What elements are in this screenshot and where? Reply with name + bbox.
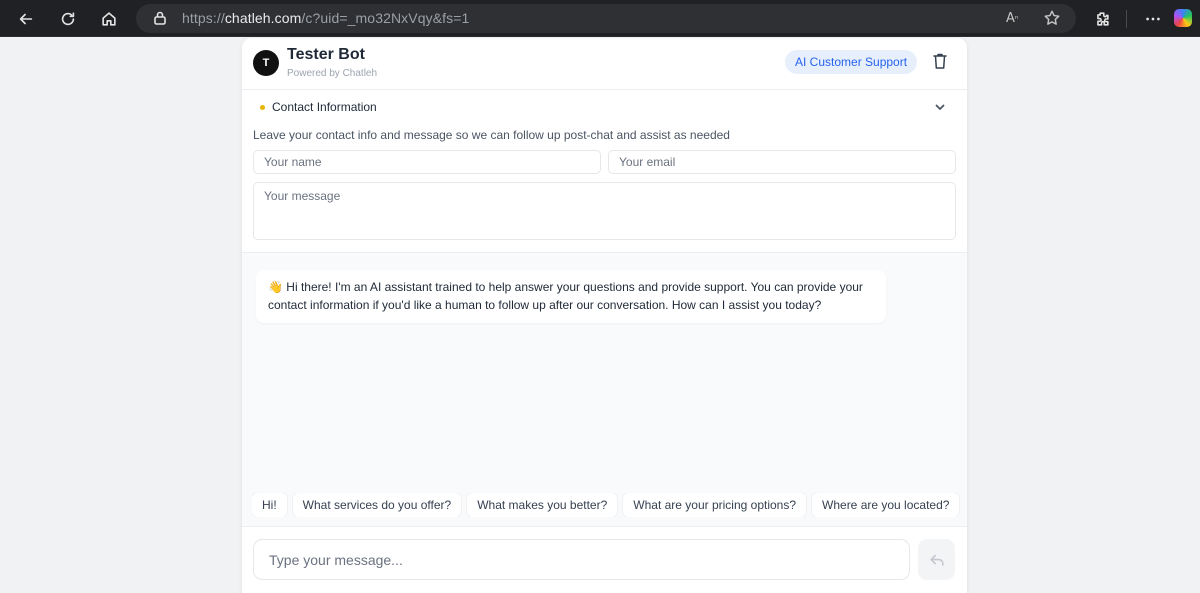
url-scheme: https://	[182, 10, 225, 26]
copilot-icon[interactable]	[1174, 9, 1192, 27]
chat-widget: T Tester Bot Powered by Chatleh AI Custo…	[242, 38, 967, 593]
address-bar[interactable]: https://chatleh.com/c?uid=_mo32NxVqy&fs=…	[136, 4, 1076, 33]
trash-icon[interactable]	[932, 52, 950, 72]
suggestion-chip[interactable]: What makes you better?	[467, 493, 618, 517]
suggestion-chips: Hi! What services do you offer? What makes…	[252, 493, 967, 517]
refresh-icon[interactable]	[53, 4, 83, 34]
chevron-down-icon[interactable]	[934, 100, 948, 114]
contact-description: Leave your contact info and message so w…	[253, 128, 730, 142]
lock-icon[interactable]	[152, 10, 168, 26]
send-button[interactable]	[918, 539, 955, 580]
message-composer	[242, 526, 967, 593]
browser-toolbar: https://chatleh.com/c?uid=_mo32NxVqy&fs=…	[0, 0, 1200, 37]
email-input[interactable]	[608, 150, 956, 174]
url-host: chatleh.com	[224, 10, 302, 26]
favorite-star-icon[interactable]	[1043, 9, 1063, 29]
suggestion-chip[interactable]: Hi!	[252, 493, 287, 517]
extensions-icon[interactable]	[1087, 4, 1117, 34]
reply-arrow-icon	[929, 554, 944, 566]
powered-by-label: Powered by Chatleh	[287, 68, 378, 79]
assistant-message: 👋 Hi there! I'm an AI assistant trained …	[256, 270, 886, 323]
contact-message-input[interactable]	[253, 182, 956, 240]
name-input[interactable]	[253, 150, 601, 174]
status-dot	[260, 105, 265, 110]
read-aloud-icon[interactable]: Aⁿ	[1006, 9, 1026, 29]
more-icon[interactable]	[1138, 4, 1168, 34]
bot-name: Tester Bot	[287, 46, 365, 63]
chat-header: T Tester Bot Powered by Chatleh AI Custo…	[242, 38, 967, 90]
contact-section: Contact Information Leave your contact i…	[242, 90, 967, 253]
url-path: /c?uid=_mo32NxVqy&fs=1	[301, 10, 470, 26]
bot-avatar: T	[253, 50, 279, 76]
read-aloud-mark: ⁿ	[1014, 15, 1019, 25]
message-input[interactable]	[253, 539, 910, 580]
back-arrow-icon[interactable]	[11, 4, 41, 34]
suggestion-chip[interactable]: What services do you offer?	[292, 493, 462, 517]
read-aloud-label: A	[1006, 11, 1015, 26]
suggestion-chip[interactable]: What are your pricing options?	[623, 493, 807, 517]
home-icon[interactable]	[94, 4, 124, 34]
toolbar-separator	[1126, 10, 1127, 28]
support-badge: AI Customer Support	[785, 50, 918, 74]
suggestion-chip[interactable]: Where are you located?	[812, 493, 960, 517]
url-text[interactable]: https://chatleh.com/c?uid=_mo32NxVqy&fs=…	[182, 10, 469, 26]
contact-title[interactable]: Contact Information	[272, 100, 377, 114]
